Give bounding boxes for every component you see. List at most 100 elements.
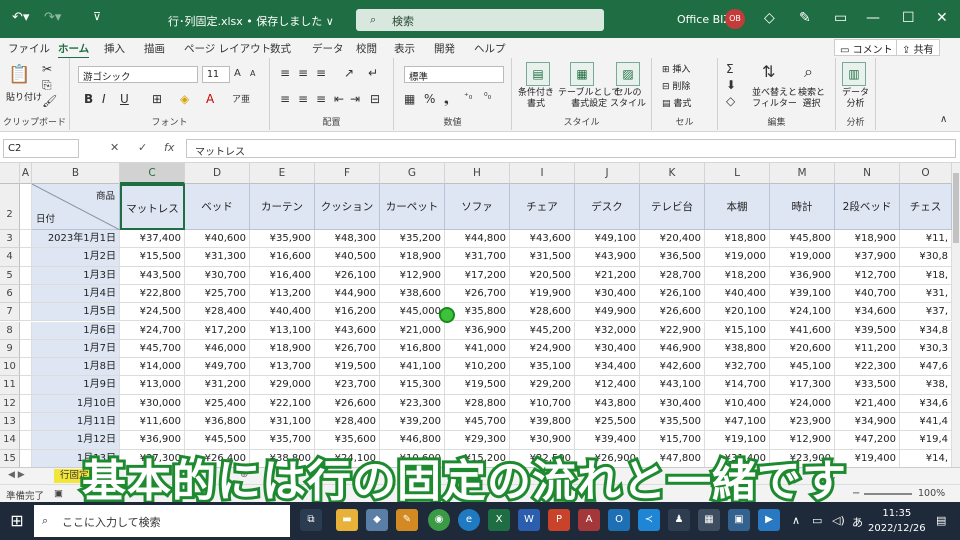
sales-cell[interactable]: ¥17,200	[185, 321, 250, 340]
date-cell[interactable]: 1月6日	[32, 321, 120, 340]
fill-color-icon[interactable]: ◈	[180, 92, 189, 106]
sales-cell[interactable]: ¥10,400	[705, 394, 770, 413]
cell[interactable]	[20, 449, 32, 467]
cell[interactable]	[20, 248, 32, 267]
sales-cell[interactable]: ¥21,200	[575, 266, 640, 285]
sales-cell[interactable]: ¥10,700	[510, 394, 575, 413]
insert-function-icon[interactable]: fx	[164, 141, 174, 154]
column-header[interactable]: L	[705, 163, 770, 184]
sales-cell[interactable]: ¥16,200	[315, 303, 380, 322]
cell[interactable]	[20, 321, 32, 340]
sales-cell[interactable]: ¥17,300	[770, 376, 835, 395]
sales-cell[interactable]: ¥16,600	[250, 248, 315, 267]
sales-cell[interactable]: ¥14,700	[705, 376, 770, 395]
sales-cell[interactable]: ¥39,800	[510, 413, 575, 432]
sales-cell[interactable]: ¥31,700	[445, 248, 510, 267]
sales-cell[interactable]: ¥36,900	[770, 266, 835, 285]
row-header[interactable]: 4	[0, 248, 20, 267]
sales-cell[interactable]: ¥32,000	[575, 321, 640, 340]
sales-cell[interactable]: ¥42,600	[640, 358, 705, 377]
sales-cell[interactable]: ¥41,100	[380, 358, 445, 377]
cell[interactable]	[20, 184, 32, 230]
sales-cell[interactable]: ¥34,900	[835, 413, 900, 432]
sales-cell[interactable]: ¥30,400	[575, 284, 640, 304]
ribbon-display-icon[interactable]: ▭	[834, 10, 847, 26]
sales-cell[interactable]: ¥12,900	[380, 266, 445, 285]
sales-cell[interactable]: ¥45,700	[120, 339, 185, 359]
sales-cell[interactable]: ¥43,800	[575, 394, 640, 413]
row-header[interactable]: 11	[0, 376, 20, 395]
sales-cell[interactable]: ¥30,400	[575, 339, 640, 359]
app-icon-1[interactable]: ◆	[366, 509, 388, 531]
sales-cell[interactable]: ¥26,100	[315, 266, 380, 285]
sales-cell[interactable]: ¥36,800	[185, 413, 250, 432]
sales-cell[interactable]: ¥26,600	[640, 303, 705, 322]
sales-cell[interactable]: ¥28,800	[445, 394, 510, 413]
product-header-cell[interactable]: マットレス	[120, 184, 185, 230]
confirm-entry-icon[interactable]: ✓	[138, 141, 147, 154]
sales-cell[interactable]: ¥15,100	[705, 321, 770, 340]
format-painter-icon[interactable]: 🖌	[42, 94, 57, 108]
product-header-cell[interactable]: テレビ台	[640, 184, 705, 230]
volume-icon[interactable]: ◁)	[832, 514, 845, 527]
menu-tab[interactable]: ファイル	[8, 41, 50, 56]
sales-cell[interactable]: ¥28,400	[185, 303, 250, 322]
sales-cell[interactable]: ¥14,000	[120, 358, 185, 377]
product-header-cell[interactable]: チェア	[510, 184, 575, 230]
sales-cell[interactable]: ¥36,900	[445, 321, 510, 340]
chrome-icon[interactable]: ◉	[428, 509, 450, 531]
clock[interactable]: 11:35 2022/12/26	[868, 506, 926, 536]
sales-cell[interactable]: ¥30,700	[185, 266, 250, 285]
sales-cell[interactable]: ¥35,900	[250, 230, 315, 249]
column-header[interactable]: O	[900, 163, 952, 184]
product-header-cell[interactable]: 時計	[770, 184, 835, 230]
row-header[interactable]: 13	[0, 413, 20, 432]
column-header[interactable]: M	[770, 163, 835, 184]
sales-cell[interactable]: ¥24,700	[120, 321, 185, 340]
diamond-icon[interactable]: ◇	[764, 10, 775, 26]
select-all-corner[interactable]	[0, 163, 20, 184]
font-name-select[interactable]: 游ゴシック	[78, 66, 198, 83]
sales-cell[interactable]: ¥35,200	[380, 230, 445, 249]
search-box[interactable]: ⌕ 検索	[356, 9, 604, 31]
sales-cell[interactable]: ¥30,3	[900, 339, 952, 359]
access-icon[interactable]: A	[578, 509, 600, 531]
cancel-entry-icon[interactable]: ✕	[110, 141, 119, 154]
sales-cell[interactable]: ¥18,900	[250, 339, 315, 359]
increase-decimal-icon[interactable]: ⁺₀	[464, 92, 472, 102]
copy-icon[interactable]: ⎘	[42, 78, 52, 93]
sales-cell[interactable]: ¥22,100	[250, 394, 315, 413]
macro-record-icon[interactable]: ▣	[54, 488, 63, 499]
tray-chevron-icon[interactable]: ∧	[792, 514, 800, 527]
decrease-indent-icon[interactable]: ⇤	[334, 92, 344, 106]
app-icon-4[interactable]: ▣	[728, 509, 750, 531]
product-header-cell[interactable]: クッション	[315, 184, 380, 230]
customize-quick-access-icon[interactable]: ⊽	[93, 10, 101, 23]
spreadsheet-grid[interactable]: 商品 日付 A B C D E F G H I J K L M N O 2 マットレス ベッド カーテン クッションカ…	[0, 163, 952, 467]
italic-icon[interactable]: I	[102, 92, 106, 106]
zoom-out-icon[interactable]: −	[852, 488, 860, 499]
sales-cell[interactable]: ¥41,000	[445, 339, 510, 359]
sales-cell[interactable]: ¥25,700	[185, 284, 250, 304]
sales-cell[interactable]: ¥40,700	[835, 284, 900, 304]
product-header-cell[interactable]: 本棚	[705, 184, 770, 230]
sales-cell[interactable]: ¥45,000	[380, 303, 445, 322]
sales-cell[interactable]: ¥25,500	[575, 413, 640, 432]
sales-cell[interactable]: ¥19,900	[510, 284, 575, 304]
row-header[interactable]: 12	[0, 394, 20, 413]
sales-cell[interactable]: ¥22,800	[120, 284, 185, 304]
sales-cell[interactable]: ¥44,800	[445, 230, 510, 249]
sales-cell[interactable]: ¥28,400	[315, 413, 380, 432]
sales-cell[interactable]: ¥13,100	[250, 321, 315, 340]
file-name[interactable]: 行･列固定.xlsx • 保存しました ∨	[168, 13, 334, 29]
sort-filter-icon[interactable]: ⇅	[762, 62, 775, 81]
sales-cell[interactable]: ¥43,100	[640, 376, 705, 395]
font-size-select[interactable]: 11	[202, 66, 230, 83]
sales-cell[interactable]: ¥13,200	[250, 284, 315, 304]
sales-cell[interactable]: ¥30,400	[640, 394, 705, 413]
sales-cell[interactable]: ¥35,100	[510, 358, 575, 377]
sales-cell[interactable]: ¥20,600	[770, 339, 835, 359]
sales-cell[interactable]: ¥45,800	[770, 230, 835, 249]
column-header[interactable]: A	[20, 163, 32, 184]
sales-cell[interactable]: ¥46,900	[640, 339, 705, 359]
